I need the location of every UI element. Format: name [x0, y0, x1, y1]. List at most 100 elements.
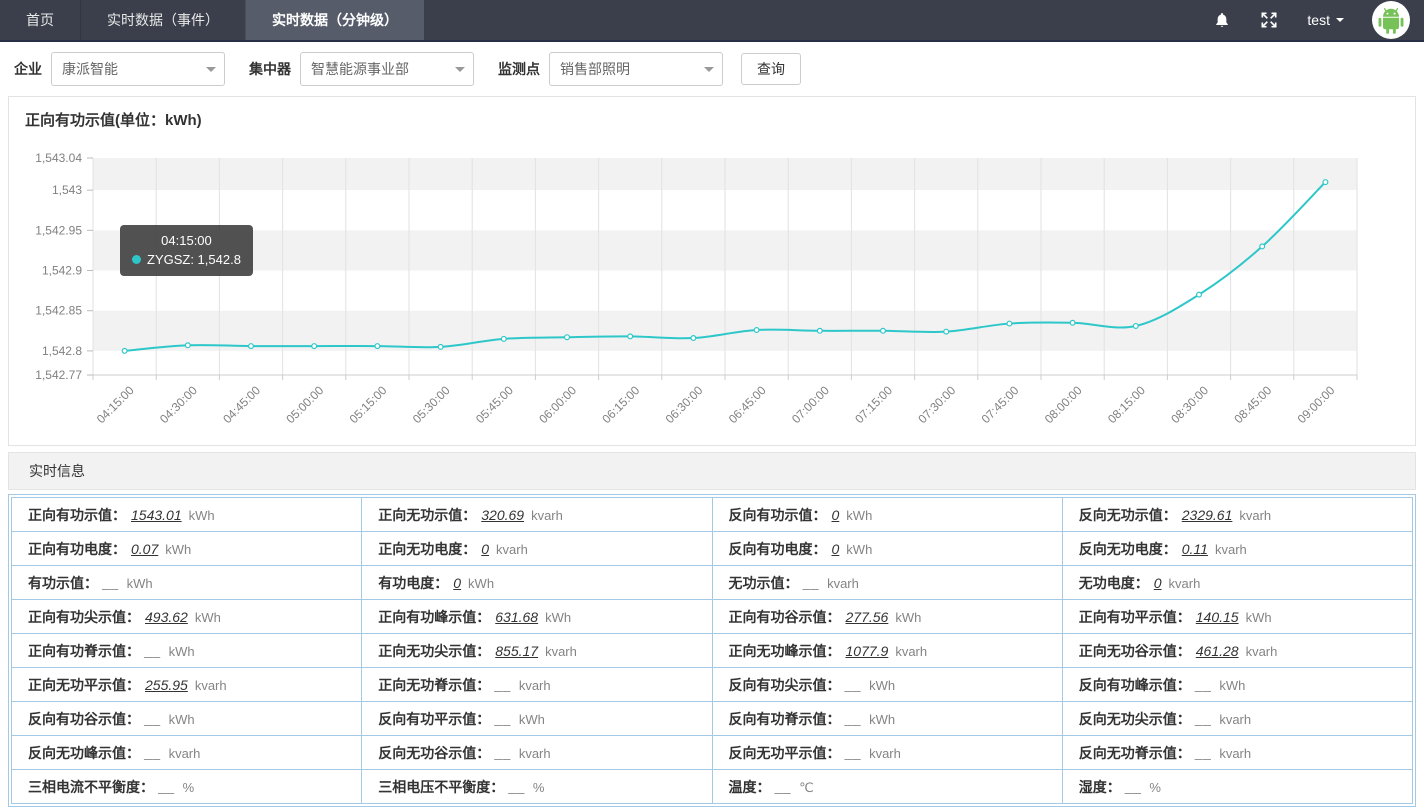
- android-avatar[interactable]: [1372, 1, 1410, 39]
- nav-tab-2[interactable]: 实时数据（事件）: [80, 0, 245, 40]
- cell-label: 反向无功示值：: [1079, 507, 1177, 523]
- cell-value[interactable]: 1077.9: [846, 643, 889, 659]
- filter-label: 集中器: [249, 59, 291, 79]
- svg-text:05:30:00: 05:30:00: [410, 383, 453, 426]
- cell-value[interactable]: 2329.61: [1182, 507, 1233, 523]
- cell-value[interactable]: 0.07: [131, 541, 158, 557]
- cell-label: 正向无功脊示值：: [378, 677, 490, 693]
- cell-label: 正向有功尖示值：: [28, 609, 140, 625]
- table-cell: 正向无功尖示值：855.17kvarh: [362, 634, 712, 668]
- cell-value[interactable]: 493.62: [145, 609, 188, 625]
- cell-label: 反向有功示值：: [729, 507, 827, 523]
- cell-label: 正向无功谷示值：: [1079, 643, 1191, 659]
- chart-panel: 正向有功示值(单位：kWh) 1,542.771,542.81,542.851,…: [8, 96, 1416, 446]
- cell-label: 反向无功脊示值：: [1079, 745, 1191, 761]
- nav-tab-1[interactable]: 首页: [0, 0, 80, 40]
- cell-unit: kWh: [895, 610, 921, 625]
- cell-unit: kWh: [1246, 610, 1272, 625]
- fullscreen-icon[interactable]: [1259, 10, 1279, 30]
- svg-text:07:15:00: 07:15:00: [852, 383, 895, 426]
- table-cell: 湿度：__%: [1062, 770, 1412, 804]
- cell-label: 正向有功平示值：: [1079, 609, 1191, 625]
- top-nav: 首页实时数据（事件）实时数据（分钟级） test: [0, 0, 1424, 42]
- cell-unit: kWh: [846, 542, 872, 557]
- selected-value: 智慧能源事业部: [311, 59, 409, 79]
- table-row: 反向有功谷示值：__kWh反向有功平示值：__kWh反向有功脊示值：__kWh反…: [12, 702, 1413, 736]
- svg-text:07:45:00: 07:45:00: [979, 383, 1022, 426]
- cell-unit: kWh: [189, 508, 215, 523]
- table-cell: 正向无功峰示值：1077.9kvarh: [712, 634, 1062, 668]
- svg-text:1,543: 1,543: [52, 183, 82, 197]
- realtime-info-table-wrap: 正向有功示值：1543.01kWh正向无功示值：320.69kvarh反向有功示…: [8, 494, 1416, 807]
- cell-unit: kvarh: [1219, 712, 1251, 727]
- cell-value[interactable]: 277.56: [846, 609, 889, 625]
- table-cell: 反向无功尖示值：__kvarh: [1062, 702, 1412, 736]
- table-cell: 正向有功脊示值：__kWh: [12, 634, 362, 668]
- cell-value: __: [103, 575, 120, 591]
- cell-value[interactable]: 140.15: [1196, 609, 1239, 625]
- svg-text:08:45:00: 08:45:00: [1231, 383, 1274, 426]
- svg-text:09:00:00: 09:00:00: [1295, 383, 1338, 426]
- filter-select[interactable]: 康派智能: [51, 52, 225, 86]
- cell-unit: kvarh: [195, 678, 227, 693]
- cell-unit: kWh: [869, 678, 895, 693]
- cell-label: 正向有功脊示值：: [28, 643, 140, 659]
- cell-value[interactable]: 255.95: [145, 677, 188, 693]
- cell-label: 反向有功电度：: [729, 541, 827, 557]
- cell-label: 正向有功峰示值：: [378, 609, 490, 625]
- cell-value[interactable]: 0: [832, 541, 840, 557]
- table-cell: 正向有功平示值： 140.15 kWh: [1062, 600, 1412, 634]
- cell-label: 无功示值：: [729, 575, 799, 591]
- table-cell: 正向有功谷示值：277.56kWh: [712, 600, 1062, 634]
- bell-icon[interactable]: [1213, 10, 1231, 31]
- svg-text:06:45:00: 06:45:00: [726, 383, 769, 426]
- table-cell: 正向无功电度：0kvarh: [362, 532, 712, 566]
- cell-value[interactable]: 0: [481, 541, 489, 557]
- filter-select[interactable]: 智慧能源事业部: [300, 52, 474, 86]
- cell-label: 正向有功示值：: [28, 507, 126, 523]
- cell-unit: kvarh: [545, 644, 577, 659]
- cell-value[interactable]: 0: [453, 575, 461, 591]
- cell-value: __: [1126, 779, 1143, 795]
- cell-value[interactable]: 855.17: [495, 643, 538, 659]
- cell-value[interactable]: 0: [832, 507, 840, 523]
- cell-unit: kvarh: [169, 746, 201, 761]
- cell-value: __: [846, 677, 863, 693]
- table-cell: 无功示值：__kvarh: [712, 566, 1062, 600]
- cell-value: __: [804, 575, 821, 591]
- table-cell: 正向无功脊示值：__kvarh: [362, 668, 712, 702]
- table-row: 正向无功平示值：255.95kvarh正向无功脊示值：__kvarh反向有功尖示…: [12, 668, 1413, 702]
- cell-value[interactable]: 461.28: [1196, 643, 1239, 659]
- filter-select[interactable]: 销售部照明: [549, 52, 723, 86]
- cell-unit: kWh: [165, 542, 191, 557]
- cell-unit: kWh: [545, 610, 571, 625]
- cell-unit: kWh: [468, 576, 494, 591]
- cell-value: __: [145, 643, 162, 659]
- table-cell: 反向有功尖示值：__kWh: [712, 668, 1062, 702]
- table-cell: 正向无功平示值：255.95kvarh: [12, 668, 362, 702]
- cell-label: 三相电压不平衡度：: [378, 779, 504, 795]
- filter-bar: 企业康派智能集中器智慧能源事业部监测点销售部照明 查询: [0, 42, 1424, 96]
- line-chart-canvas[interactable]: 1,542.771,542.81,542.851,542.91,542.951,…: [9, 135, 1415, 445]
- nav-tab-3[interactable]: 实时数据（分钟级）: [245, 0, 424, 40]
- cell-value: __: [145, 711, 162, 727]
- chevron-down-icon: [206, 67, 216, 77]
- cell-unit: kWh: [127, 576, 153, 591]
- cell-label: 反向无功峰示值：: [28, 745, 140, 761]
- cell-value[interactable]: 0: [1154, 575, 1162, 591]
- cell-value[interactable]: 1543.01: [131, 507, 182, 523]
- cell-label: 温度：: [729, 779, 771, 795]
- cell-unit: kWh: [1219, 678, 1245, 693]
- chevron-down-icon: [1336, 18, 1344, 26]
- table-row: 三相电流不平衡度：__%三相电压不平衡度：__%温度：__℃湿度：__%: [12, 770, 1413, 804]
- cell-unit: kWh: [195, 610, 221, 625]
- query-button[interactable]: 查询: [741, 53, 801, 85]
- cell-value[interactable]: 0.11: [1182, 541, 1208, 557]
- cell-value: __: [776, 779, 793, 795]
- cell-value[interactable]: 631.68: [495, 609, 538, 625]
- cell-value[interactable]: 320.69: [481, 507, 524, 523]
- user-menu[interactable]: test: [1307, 12, 1344, 28]
- cell-unit: %: [183, 780, 195, 795]
- chart-axes: [93, 375, 1357, 380]
- filter-group-3: 监测点销售部照明: [498, 52, 723, 86]
